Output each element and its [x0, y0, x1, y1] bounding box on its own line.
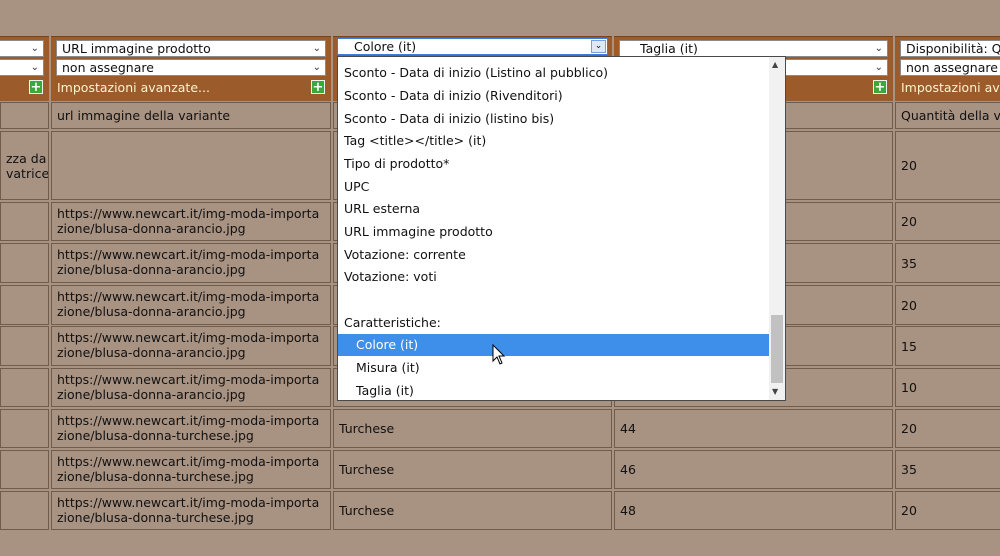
table-cell [51, 131, 331, 200]
chevron-down-icon: ⌄ [874, 43, 883, 54]
table-cell: https://www.newcart.it/img-moda-importaz… [51, 326, 331, 366]
column-0-header: ⌄ ⌄ + [0, 36, 49, 101]
table-cell: 20 [895, 491, 1000, 530]
table-cell: 44 [614, 409, 893, 448]
dropdown-option-selected[interactable]: Colore (it) [338, 334, 769, 356]
column-1-header-cell: url immagine della variante [51, 102, 331, 129]
chevron-down-icon: ⌄ [30, 62, 39, 73]
column-0-header-cell [0, 102, 49, 129]
dropdown-option[interactable]: Sconto - Data di inizio (Rivenditori) [338, 85, 769, 107]
table-cell: https://www.newcart.it/img-moda-importaz… [51, 491, 331, 530]
column-4-mode-select[interactable]: non assegnare [900, 59, 1000, 76]
table-cell: 10 [895, 368, 1000, 407]
table-cell: 35 [895, 450, 1000, 489]
column-0-field-select[interactable]: ⌄ [0, 40, 44, 57]
chevron-down-icon: ⌄ [30, 43, 39, 54]
table-cell [0, 368, 49, 407]
table-cell: 20 [895, 409, 1000, 448]
table-cell [0, 409, 49, 448]
dropdown-option[interactable]: Sconto - Data di inizio (Listino al pubb… [338, 62, 769, 84]
column-2-field-select[interactable]: Colore (it) ⌄ [337, 38, 608, 55]
table-cell: https://www.newcart.it/img-moda-importaz… [51, 450, 331, 489]
column-3-add-icon[interactable]: + [873, 80, 887, 94]
table-cell: https://www.newcart.it/img-moda-importaz… [51, 243, 331, 283]
dropdown-option[interactable]: Votazione: voti [338, 266, 769, 288]
dropdown-option[interactable]: URL immagine prodotto [338, 221, 769, 243]
dropdown-option[interactable]: Misura (it) [338, 357, 769, 379]
table-cell: https://www.newcart.it/img-moda-importaz… [51, 285, 331, 325]
scroll-up-icon[interactable]: ▲ [772, 60, 778, 69]
table-cell: 20 [895, 131, 1000, 200]
table-cell: Turchese [333, 491, 612, 530]
dropdown-option[interactable]: Votazione: corrente [338, 244, 769, 266]
scrollbar-thumb[interactable] [771, 315, 783, 383]
chevron-down-icon: ⌄ [874, 62, 883, 73]
table-cell: 20 [895, 202, 1000, 241]
dropdown-option[interactable]: Tag <title></title> (it) [338, 130, 769, 152]
dropdown-separator [338, 289, 769, 311]
column-4-field-select[interactable]: Disponibilità: Q [900, 40, 1000, 57]
dropdown-scrollbar[interactable]: ▲ ▼ [769, 57, 785, 400]
column-1-field-select-value: URL immagine prodotto [62, 41, 211, 56]
column-1: URL immagine prodotto ⌄ non assegnare ⌄ … [51, 0, 331, 556]
dropdown-option[interactable]: URL esterna [338, 198, 769, 220]
column-0-mode-select[interactable]: ⌄ [0, 59, 44, 76]
chevron-down-icon: ⌄ [312, 62, 321, 73]
table-cell: https://www.newcart.it/img-moda-importaz… [51, 202, 331, 241]
column-4-header-cell: Quantità della v [895, 102, 1000, 129]
table-cell: https://www.newcart.it/img-moda-importaz… [51, 368, 331, 407]
column-4-field-select-value: Disponibilità: Q [906, 41, 1000, 56]
column-1-mode-select-value: non assegnare [62, 60, 154, 75]
table-cell: Turchese [333, 450, 612, 489]
table-cell [0, 202, 49, 241]
column-0-add-icon[interactable]: + [29, 80, 43, 94]
table-cell [0, 491, 49, 530]
table-cell: https://www.newcart.it/img-moda-importaz… [51, 409, 331, 448]
column-4: Disponibilità: Q non assegnare Impostazi… [895, 0, 1000, 556]
table-cell [0, 285, 49, 325]
dropdown-option[interactable]: Tipo di prodotto* [338, 153, 769, 175]
table-cell: 15 [895, 326, 1000, 366]
column-1-mode-select[interactable]: non assegnare ⌄ [56, 59, 326, 76]
table-cell: 48 [614, 491, 893, 530]
dropdown-option[interactable]: Sconto - Data di inizio (listino bis) [338, 108, 769, 130]
dropdown-option[interactable]: Taglia (it) [338, 380, 769, 402]
column-4-header: Disponibilità: Q non assegnare Impostazi… [895, 36, 1000, 101]
column-0: ⌄ ⌄ + zza da vatrice. [0, 0, 49, 556]
column-4-advanced-settings-link[interactable]: Impostazioni avanzate [901, 80, 1000, 95]
table-cell [0, 243, 49, 283]
table-cell [0, 326, 49, 366]
dropdown-group-label: Caratteristiche: [344, 315, 441, 330]
column-4-mode-select-value: non assegnare [906, 60, 998, 75]
column-3-field-select[interactable]: Taglia (it) ⌄ [619, 40, 888, 57]
field-dropdown-list[interactable]: Sconto - Data di inizio (Listino al pubb… [337, 56, 786, 401]
column-3-field-select-value: Taglia (it) [640, 41, 698, 56]
chevron-down-icon: ⌄ [312, 43, 321, 54]
table-cell: 20 [895, 285, 1000, 325]
column-1-field-select[interactable]: URL immagine prodotto ⌄ [56, 40, 326, 57]
table-cell: Turchese [333, 409, 612, 448]
table-cell: zza da vatrice. [0, 131, 49, 200]
column-1-add-icon[interactable]: + [311, 80, 325, 94]
table-cell: 46 [614, 450, 893, 489]
column-1-advanced-settings-link[interactable]: Impostazioni avanzate... [57, 80, 210, 95]
mouse-cursor-icon [492, 344, 506, 365]
dropdown-option[interactable]: UPC [338, 176, 769, 198]
table-cell: 35 [895, 243, 1000, 283]
column-1-header: URL immagine prodotto ⌄ non assegnare ⌄ … [51, 36, 331, 101]
table-cell [0, 450, 49, 489]
scroll-down-icon[interactable]: ▼ [772, 387, 778, 396]
column-2-field-select-value: Colore (it) [354, 39, 417, 54]
chevron-down-icon[interactable]: ⌄ [591, 40, 606, 53]
